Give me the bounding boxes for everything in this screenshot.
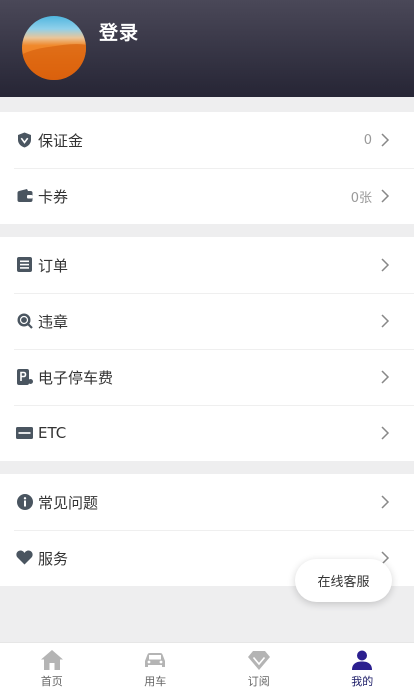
- list-item-parking-fee[interactable]: 电子停车费: [0, 349, 414, 405]
- account-group: 保证金 0 卡券 0张: [0, 112, 414, 224]
- list-item-label: ETC: [38, 424, 67, 442]
- etc-icon: [16, 424, 33, 441]
- list-item-faq[interactable]: 常见问题: [0, 474, 414, 530]
- list-item-orders[interactable]: 订单: [0, 237, 414, 293]
- chevron-right-icon: [381, 189, 390, 203]
- list-item-violations[interactable]: 违章: [0, 293, 414, 349]
- tab-label: 首页: [40, 675, 63, 688]
- list-item-deposit[interactable]: 保证金 0: [0, 112, 414, 168]
- online-support-button[interactable]: 在线客服: [295, 559, 392, 602]
- login-link[interactable]: 登录: [99, 18, 139, 45]
- chevron-right-icon: [381, 426, 390, 440]
- list-item-label: 保证金: [38, 131, 84, 150]
- tab-mine[interactable]: 我的: [311, 643, 414, 692]
- tab-home[interactable]: 首页: [0, 643, 104, 692]
- list-item-value: 0: [363, 132, 372, 148]
- chevron-right-icon: [381, 133, 390, 147]
- list-item-label: 电子停车费: [38, 368, 114, 387]
- chevron-right-icon: [381, 370, 390, 384]
- orders-group: 订单 违章 电子停车费 ETC: [0, 237, 414, 461]
- tab-car[interactable]: 用车: [104, 643, 208, 692]
- list-item-label: 违章: [38, 312, 69, 331]
- shield-icon: [16, 131, 33, 148]
- list-item-etc[interactable]: ETC: [0, 405, 414, 461]
- bottom-tab-bar: 首页 用车 订阅 我的: [0, 642, 414, 692]
- info-icon: [16, 493, 33, 510]
- list-item-label: 订单: [38, 256, 69, 275]
- parking-icon: [16, 368, 33, 385]
- tab-subscribe[interactable]: 订阅: [207, 643, 311, 692]
- tab-label: 用车: [144, 675, 167, 688]
- list-item-coupons[interactable]: 卡券 0张: [0, 168, 414, 224]
- list-item-label: 常见问题: [38, 493, 99, 512]
- home-icon: [40, 650, 63, 670]
- list-item-label: 卡券: [38, 187, 69, 206]
- chevron-right-icon: [381, 495, 390, 509]
- diamond-icon: [247, 651, 270, 670]
- chevron-right-icon: [381, 314, 390, 328]
- profile-header: 登录: [0, 0, 414, 97]
- chevron-right-icon: [381, 258, 390, 272]
- car-icon: [145, 653, 166, 667]
- tab-label: 订阅: [247, 675, 270, 688]
- list-item-label: 服务: [38, 549, 69, 568]
- violation-icon: [16, 312, 33, 329]
- wallet-icon: [16, 187, 33, 204]
- heart-icon: [16, 549, 33, 566]
- tab-label: 我的: [351, 675, 374, 688]
- list-item-value: 0张: [350, 190, 372, 206]
- person-icon: [352, 650, 373, 670]
- avatar[interactable]: [22, 16, 86, 80]
- list-icon: [16, 256, 33, 273]
